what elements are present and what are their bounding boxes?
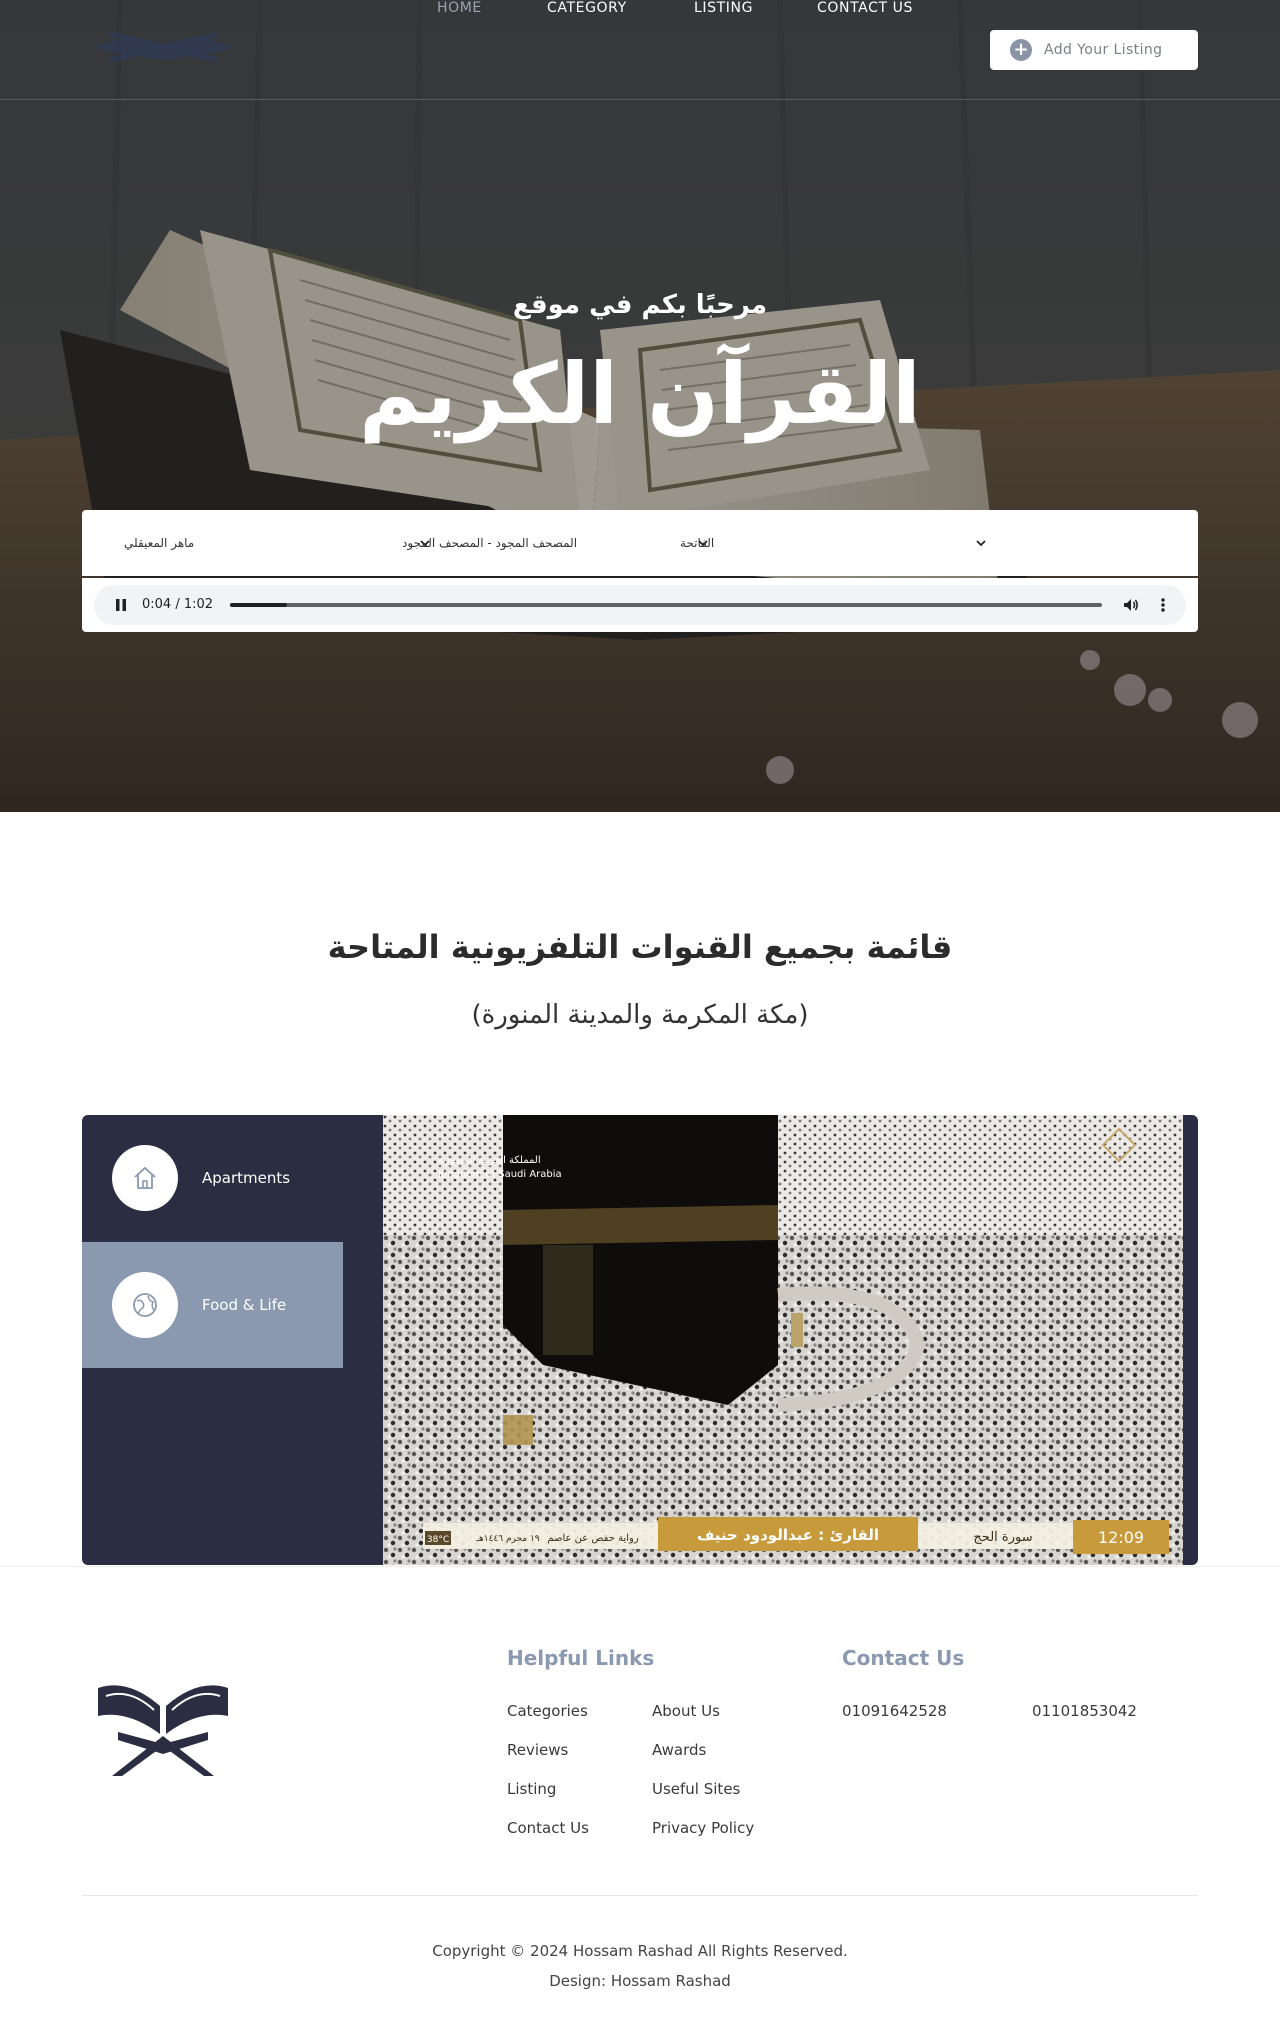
footer-divider xyxy=(82,1895,1198,1896)
footer-link-reviews[interactable]: Reviews xyxy=(507,1741,568,1759)
audio-player: 0:04 / 1:02 xyxy=(94,585,1186,625)
tab-apartments[interactable]: Apartments xyxy=(82,1115,343,1241)
helpful-links-title: Helpful Links xyxy=(507,1646,655,1670)
audio-selector-bar: ماهر المعيقلي المصحف المجود - المصحف الم… xyxy=(82,510,1198,576)
footer-logo-icon[interactable] xyxy=(88,1676,238,1780)
reciter-select-value: ماهر المعيقلي xyxy=(124,536,195,550)
home-icon xyxy=(134,1166,156,1189)
hero-subtitle: مرحبًا بكم في موقع xyxy=(512,290,768,320)
contact-us-title: Contact Us xyxy=(842,1646,965,1670)
nav-home[interactable]: HOME xyxy=(437,0,482,16)
volume-icon[interactable] xyxy=(1122,596,1140,614)
hero-section: HOME CATEGORY LISTING CONTACT US + Add Y… xyxy=(0,0,1280,812)
channels-panel: Apartments Food & Life المملكة العربية ا… xyxy=(82,1115,1198,1565)
globe-icon xyxy=(133,1293,157,1317)
footer-phone-1[interactable]: 01091642528 xyxy=(842,1702,947,1720)
video-surah-name: سورة الحج xyxy=(973,1530,1032,1545)
tab-icon-circle xyxy=(112,1272,178,1338)
footer-link-about-us[interactable]: About Us xyxy=(652,1702,720,1720)
footer-link-categories[interactable]: Categories xyxy=(507,1702,588,1720)
reciter-select[interactable]: ماهر المعيقلي xyxy=(122,510,434,576)
footer-phone-2[interactable]: 01101853042 xyxy=(1032,1702,1137,1720)
seek-bar[interactable] xyxy=(230,603,1102,607)
channels-title: قائمة بجميع القنوات التلفزيونية المتاحة xyxy=(327,928,953,966)
nav-contact-us[interactable]: CONTACT US xyxy=(817,0,913,16)
video-banner-arabic: المملكة العربية السعودية xyxy=(438,1155,541,1166)
live-video-player[interactable]: المملكة العربية السعودية Kingdom of Saud… xyxy=(383,1115,1183,1565)
kaaba-live-stream-image: المملكة العربية السعودية Kingdom of Saud… xyxy=(383,1115,1183,1565)
mushaf-select[interactable]: المصحف المجود - المصحف المجود xyxy=(400,510,712,576)
tab-label: Food & Life xyxy=(202,1296,287,1314)
tab-food-life[interactable]: Food & Life xyxy=(82,1242,343,1368)
footer-link-listing[interactable]: Listing xyxy=(507,1780,556,1798)
nav-category[interactable]: CATEGORY xyxy=(547,0,627,16)
add-listing-button[interactable]: + Add Your Listing xyxy=(990,30,1198,70)
footer-link-contact-us[interactable]: Contact Us xyxy=(507,1819,589,1837)
plus-circle-icon: + xyxy=(1010,39,1032,61)
hero-title: القرآن الكريم xyxy=(359,345,921,443)
video-clock: 12:09 xyxy=(1098,1528,1144,1547)
copyright-text: Copyright © 2024 Hossam Rashad All Right… xyxy=(432,1942,848,1960)
video-temperature: 38°C xyxy=(427,1535,449,1545)
seek-bar-progress xyxy=(230,603,287,607)
tab-label: Apartments xyxy=(202,1169,291,1187)
pause-icon[interactable] xyxy=(114,598,128,612)
footer-top-border xyxy=(0,1566,1280,1567)
player-time: 0:04 / 1:02 xyxy=(142,597,214,612)
video-date: ١٩ محرم ١٤٤٦هـ xyxy=(475,1534,539,1544)
footer-link-privacy-policy[interactable]: Privacy Policy xyxy=(652,1819,754,1837)
footer-link-useful-sites[interactable]: Useful Sites xyxy=(652,1780,740,1798)
top-navbar: HOME CATEGORY LISTING CONTACT US + Add Y… xyxy=(0,0,1280,100)
tab-icon-circle xyxy=(112,1145,178,1211)
surah-select-value: الفاتحة xyxy=(680,536,715,550)
video-banner-english: Kingdom of Saudi Arabia xyxy=(438,1169,562,1180)
video-riwaya: رواية حفص عن عاصم xyxy=(547,1533,639,1544)
nav-listing[interactable]: LISTING xyxy=(694,0,753,16)
more-options-icon[interactable] xyxy=(1154,596,1172,614)
footer-link-awards[interactable]: Awards xyxy=(652,1741,706,1759)
site-logo-icon[interactable] xyxy=(88,26,240,70)
chevron-down-icon xyxy=(976,540,986,547)
mushaf-select-value: المصحف المجود - المصحف المجود xyxy=(402,536,578,550)
audio-player-wrap: 0:04 / 1:02 xyxy=(82,578,1198,632)
add-listing-label: Add Your Listing xyxy=(1044,42,1163,58)
channels-subtitle: (مكة المكرمة والمدينة المنورة) xyxy=(471,1000,809,1030)
video-reader-name: القارئ : عبدالودود حنيف xyxy=(697,1526,879,1544)
design-credit: Design: Hossam Rashad xyxy=(549,1972,731,1990)
surah-select[interactable]: الفاتحة xyxy=(678,510,990,576)
